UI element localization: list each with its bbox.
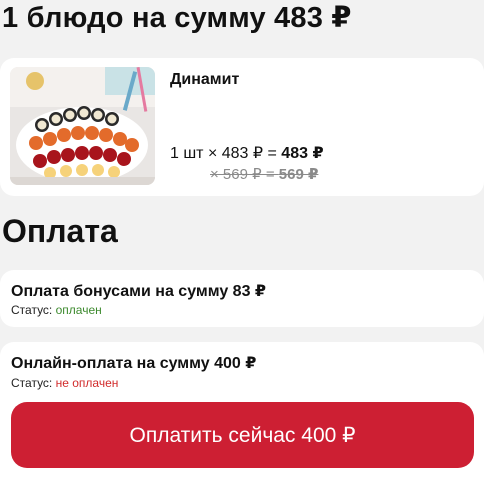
bonus-payment-status: Статус: оплачен: [11, 303, 102, 317]
online-payment-title: Онлайн-оплата на сумму 400 ₽: [11, 355, 257, 372]
order-item-card: Динамит 1 шт × 483 ₽ = 483 ₽ × 569 ₽ = 5…: [0, 58, 484, 196]
item-old-price-formula: × 569 ₽ =: [210, 166, 279, 183]
status-badge-unpaid: не оплачен: [55, 376, 119, 390]
sushi-set-image: [10, 67, 155, 185]
status-badge-paid: оплачен: [55, 303, 102, 317]
online-payment-status: Статус: не оплачен: [11, 376, 118, 390]
payment-section-title: Оплата: [2, 213, 118, 249]
item-old-price-line: × 569 ₽ = 569 ₽: [210, 165, 318, 183]
item-price-formula: 1 шт × 483 ₽ =: [170, 145, 282, 162]
item-name: Динамит: [170, 71, 240, 88]
item-price-total: 483 ₽: [281, 145, 324, 162]
status-label: Статус:: [11, 303, 56, 317]
status-label: Статус:: [11, 376, 56, 390]
item-old-price-total: 569 ₽: [278, 166, 319, 183]
order-title: 1 блюдо на сумму 483 ₽: [2, 2, 352, 34]
item-price-line: 1 шт × 483 ₽ = 483 ₽: [170, 143, 324, 163]
pay-now-button[interactable]: Оплатить сейчас 400 ₽: [11, 402, 474, 468]
bonus-payment-card: Оплата бонусами на сумму 83 ₽ Статус: оп…: [0, 270, 484, 327]
bonus-payment-title: Оплата бонусами на сумму 83 ₽: [11, 283, 267, 300]
online-payment-card: Онлайн-оплата на сумму 400 ₽ Статус: не …: [0, 342, 484, 478]
